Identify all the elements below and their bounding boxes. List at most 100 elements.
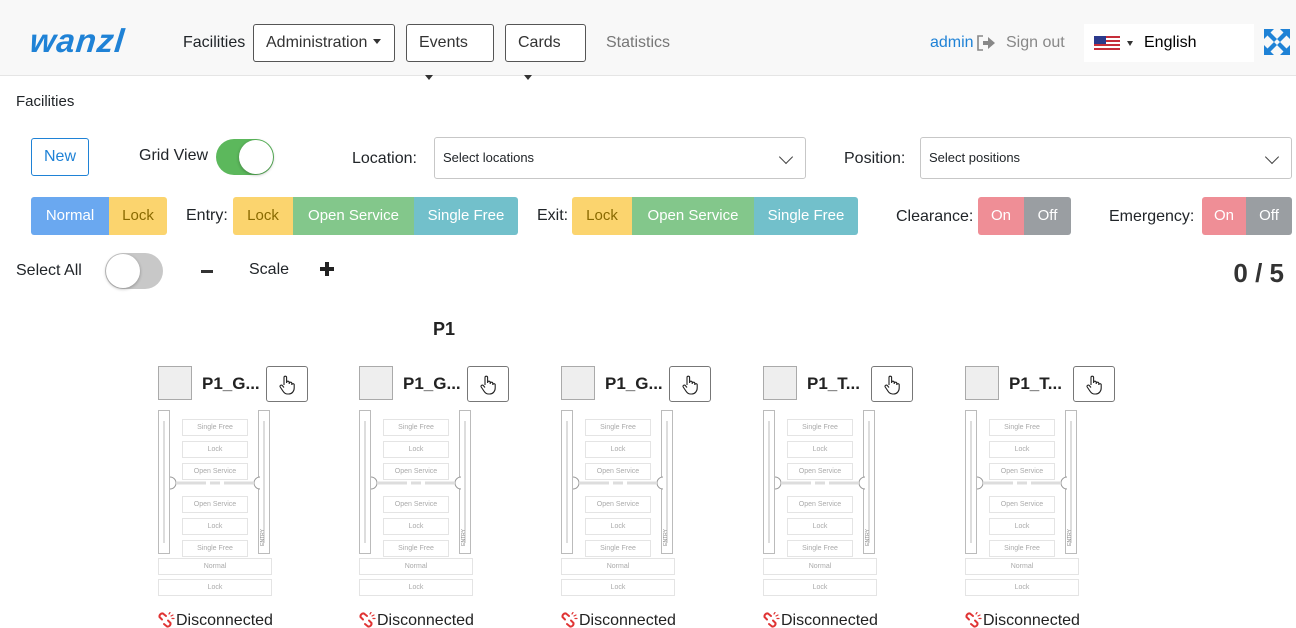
gate-mode-label: Lock	[182, 518, 248, 535]
language-selector[interactable]: English	[1084, 24, 1254, 62]
gate-mode-label: Lock	[158, 579, 272, 596]
gate-rail-left	[965, 410, 977, 554]
emergency-label: Emergency:	[1109, 208, 1195, 225]
rail-line	[464, 421, 466, 543]
exit-single-free-button[interactable]: Single Free	[754, 197, 858, 235]
pointer-hand-icon	[884, 375, 900, 395]
rail-line	[970, 421, 972, 543]
location-placeholder: Select locations	[443, 150, 535, 165]
gate-mode-label: Normal	[561, 558, 675, 575]
scale-label: Scale	[249, 261, 290, 278]
grid-view-toggle[interactable]	[216, 139, 274, 175]
rail-line	[1070, 421, 1072, 543]
mode-lock-button[interactable]: Lock	[109, 197, 167, 235]
gate-arms-icon	[371, 476, 461, 490]
entry-single-free-button[interactable]: Single Free	[414, 197, 518, 235]
rail-line	[768, 421, 770, 543]
gate-mode-label: Lock	[965, 579, 1079, 596]
gate-mode-label: Single Free	[787, 540, 853, 557]
pointer-hand-icon	[480, 375, 496, 395]
rail-line	[566, 421, 568, 543]
facility-checkbox[interactable]	[561, 366, 595, 400]
facility-checkbox[interactable]	[158, 366, 192, 400]
facility-checkbox[interactable]	[763, 366, 797, 400]
position-select[interactable]: Select positions	[920, 137, 1292, 179]
nav-cards-label: Cards	[518, 34, 561, 51]
control-button[interactable]	[871, 366, 913, 402]
gate-mode-label: Normal	[965, 558, 1079, 575]
facility-checkbox[interactable]	[359, 366, 393, 400]
entry-direction-label: ENTRY	[461, 529, 467, 546]
wanzl-logo[interactable]: wanzl	[28, 22, 127, 59]
caret-down-icon	[373, 39, 382, 44]
connection-status: Disconnected	[983, 612, 1080, 628]
location-label: Location:	[352, 150, 417, 167]
gate-mode-label: Lock	[182, 441, 248, 458]
broken-link-icon	[359, 612, 376, 628]
gate-mode-label: Lock	[383, 441, 449, 458]
gate-mode-label: Single Free	[585, 540, 651, 557]
position-label: Position:	[844, 150, 906, 167]
caret-down-icon	[1127, 41, 1133, 46]
exit-lock-button[interactable]: Lock	[572, 197, 632, 235]
entry-label: Entry:	[186, 207, 228, 224]
gate-mode-label: Lock	[989, 518, 1055, 535]
caret-down-icon	[524, 75, 532, 80]
select-all-label: Select All	[16, 262, 82, 279]
control-button[interactable]	[1073, 366, 1115, 402]
connection-status: Disconnected	[579, 612, 676, 628]
sign-out-icon[interactable]	[976, 34, 996, 52]
caret-down-icon	[425, 75, 433, 80]
nav-administration-dropdown[interactable]: Administration	[253, 24, 395, 62]
rail-line	[163, 421, 165, 543]
fullscreen-icon[interactable]	[1262, 27, 1292, 57]
entry-lock-button[interactable]: Lock	[233, 197, 293, 235]
gate-rail-left	[158, 410, 170, 554]
new-button[interactable]: New	[31, 138, 89, 176]
location-select[interactable]: Select locations	[434, 137, 806, 179]
select-all-toggle[interactable]	[105, 253, 163, 289]
mode-normal-button[interactable]: Normal	[31, 197, 109, 235]
clearance-off-button[interactable]: Off	[1024, 197, 1071, 235]
sign-out-link[interactable]: Sign out	[1006, 34, 1065, 52]
nav-cards-dropdown[interactable]: Cards	[505, 24, 586, 80]
gate-mode-label: Lock	[989, 441, 1055, 458]
emergency-on-button[interactable]: On	[1202, 197, 1246, 235]
language-label: English	[1144, 34, 1197, 51]
selection-counter: 0 / 5	[1233, 258, 1284, 288]
entry-open-service-button[interactable]: Open Service	[293, 197, 414, 235]
gate-mode-label: Single Free	[182, 540, 248, 557]
rail-line	[868, 421, 870, 543]
emergency-off-button[interactable]: Off	[1246, 197, 1292, 235]
gate-mode-label: Lock	[561, 579, 675, 596]
gate-rail-left	[561, 410, 573, 554]
scale-plus-button[interactable]	[320, 262, 334, 276]
facility-card: P1_T... ENTRY Single Free Lock Open Servic…	[763, 364, 933, 628]
facility-checkbox[interactable]	[965, 366, 999, 400]
entry-direction-label: ENTRY	[865, 529, 871, 546]
connection-status: Disconnected	[377, 612, 474, 628]
scale-minus-button[interactable]	[201, 270, 213, 273]
clearance-on-button[interactable]: On	[978, 197, 1024, 235]
clearance-label: Clearance:	[896, 208, 974, 225]
chevron-down-icon	[778, 149, 794, 165]
user-link[interactable]: admin	[930, 34, 974, 52]
control-button[interactable]	[467, 366, 509, 402]
control-button[interactable]	[266, 366, 308, 402]
gate-mode-label: Open Service	[989, 496, 1055, 513]
nav-statistics[interactable]: Statistics	[606, 34, 670, 52]
nav-events-dropdown[interactable]: Events	[406, 24, 494, 80]
control-button[interactable]	[669, 366, 711, 402]
exit-open-service-button[interactable]: Open Service	[632, 197, 754, 235]
gate-arms-icon	[170, 476, 260, 490]
facility-card: P1_T... ENTRY Single Free Lock Open Servic…	[965, 364, 1135, 628]
facility-name: P1_G...	[202, 374, 260, 393]
facility-name: P1_G...	[605, 374, 663, 393]
toggle-knob	[239, 140, 273, 174]
rail-line	[666, 421, 668, 543]
gate-mode-label: Lock	[787, 441, 853, 458]
gate-rail-left	[763, 410, 775, 554]
gate-mode-label: Single Free	[989, 419, 1055, 436]
facility-name: P1_T...	[807, 374, 860, 393]
nav-facilities[interactable]: Facilities	[183, 34, 245, 52]
